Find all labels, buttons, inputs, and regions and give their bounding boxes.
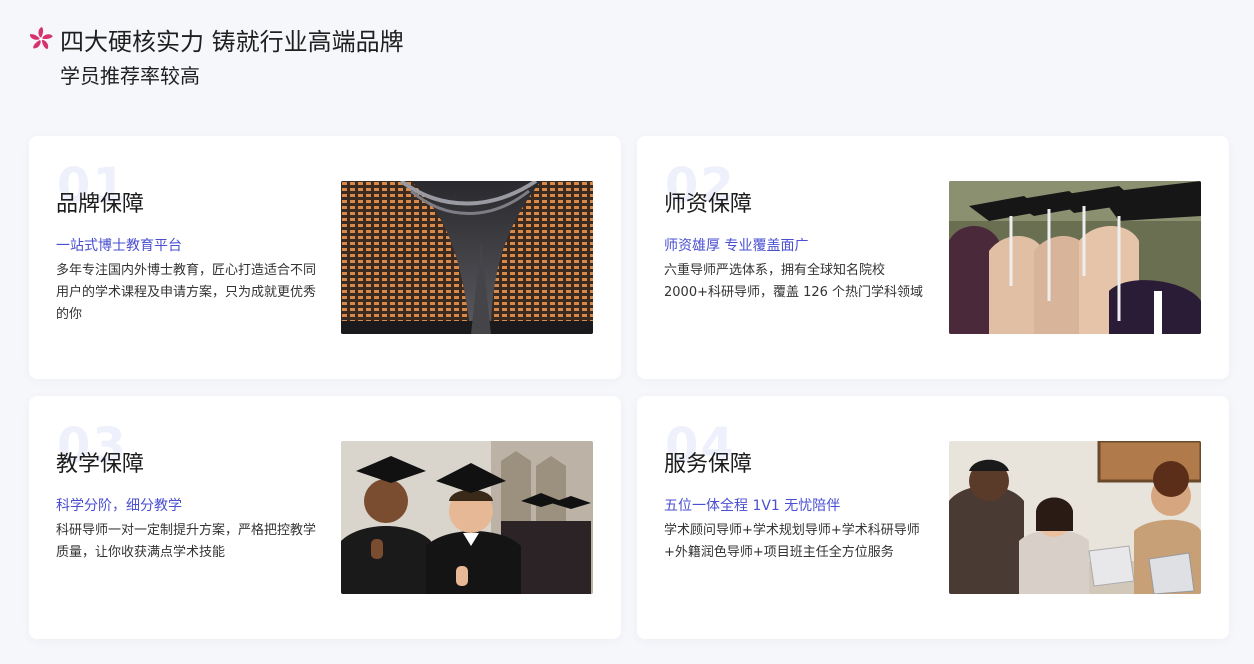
- card-heading: 教学保障: [56, 452, 145, 477]
- card-heading: 品牌保障: [56, 192, 145, 217]
- graduates-caps-tassels-photo: [949, 181, 1201, 334]
- page-subtitle: 学员推荐率较高: [60, 64, 200, 88]
- modern-building-night-photo: [341, 181, 593, 334]
- card-tagline: 师资雄厚 专业覆盖面广: [664, 238, 809, 254]
- card-tagline: 五位一体全程 1V1 无忧陪伴: [664, 498, 841, 514]
- card-tagline: 科学分阶，细分教学: [56, 498, 182, 514]
- bauhinia-flower-icon: [29, 27, 53, 50]
- card-description: 学术顾问导师+学术规划导师+学术科研导师+外籍润色导师+项目班主任全方位服务: [664, 523, 920, 560]
- card-brand-guarantee: 01 品牌保障 一站式博士教育平台 多年专注国内外博士教育，匠心打造适合不同用户…: [29, 136, 621, 379]
- smiling-graduates-thumbs-up-photo: [341, 441, 593, 594]
- team-working-laptops-photo: [949, 441, 1201, 594]
- card-heading: 师资保障: [664, 192, 753, 217]
- card-description: 多年专注国内外博士教育，匠心打造适合不同用户的学术课程及申请方案，只为成就更优秀…: [56, 263, 317, 322]
- card-description: 科研导师一对一定制提升方案，严格把控教学质量，让你收获满点学术技能: [56, 523, 317, 560]
- page-title: 四大硬核实力 铸就行业高端品牌: [60, 28, 404, 56]
- card-faculty-guarantee: 02 师资保障 师资雄厚 专业覆盖面广 六重导师严选体系，拥有全球知名院校200…: [637, 136, 1229, 379]
- card-teaching-guarantee: 03 教学保障 科学分阶，细分教学 科研导师一对一定制提升方案，严格把控教学质量…: [29, 396, 621, 639]
- card-heading: 服务保障: [664, 452, 753, 477]
- card-service-guarantee: 04 服务保障 五位一体全程 1V1 无忧陪伴 学术顾问导师+学术规划导师+学术…: [637, 396, 1229, 639]
- card-description: 六重导师严选体系，拥有全球知名院校2000+科研导师，覆盖 126 个热门学科领…: [664, 263, 924, 300]
- card-tagline: 一站式博士教育平台: [56, 238, 182, 254]
